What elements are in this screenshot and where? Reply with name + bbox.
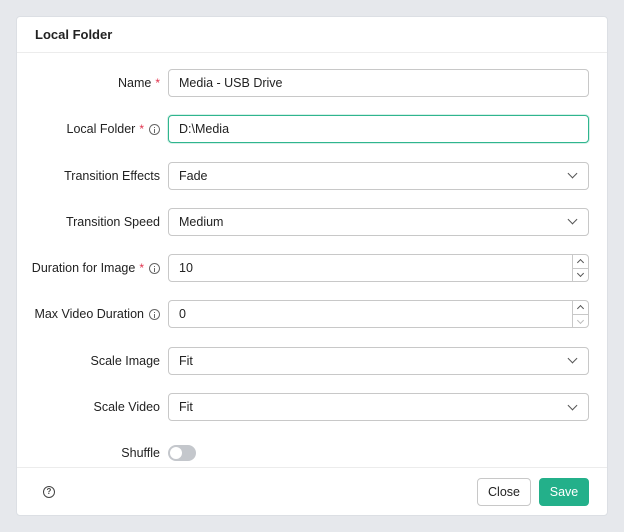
name-control: Media - USB Drive — [168, 69, 589, 97]
caret-down-icon — [576, 316, 585, 324]
scale-image-select[interactable]: Fit — [168, 346, 589, 375]
duration-for-image-value: 10 — [179, 261, 193, 276]
settings-form: Name * Media - USB Drive Local Folder * … — [17, 53, 607, 486]
scale-video-control: Fit — [168, 393, 589, 422]
caret-up-icon — [576, 305, 585, 313]
transition-speed-label: Transition Speed — [65, 214, 160, 229]
duration-for-image-label: Duration for Image — [31, 261, 136, 276]
toggle-knob — [170, 447, 182, 460]
transition-speed-row: Transition Speed Medium — [17, 207, 607, 254]
duration-for-image-control: 10 — [168, 254, 589, 283]
caret-up-icon — [576, 258, 585, 266]
name-label: Name — [117, 76, 152, 90]
required-mark: * — [139, 122, 144, 137]
dialog-footer: ? Close Save — [17, 467, 607, 515]
shuffle-toggle[interactable] — [168, 445, 196, 462]
duration-for-image-label-wrap: Duration for Image * — [17, 254, 160, 282]
shuffle-label: Shuffle — [121, 446, 160, 461]
scale-video-select[interactable]: Fit — [168, 393, 589, 422]
scale-image-label-wrap: Scale Image — [17, 347, 160, 375]
local-folder-input[interactable]: D:\Media — [168, 115, 589, 144]
scale-image-row: Scale Image Fit — [17, 346, 607, 393]
help-icon[interactable]: ? — [43, 485, 55, 498]
transition-speed-control: Medium — [168, 207, 589, 236]
required-mark: * — [155, 76, 160, 90]
dialog-header: Local Folder — [17, 17, 607, 53]
scale-image-value: Fit — [179, 353, 193, 368]
scale-image-control: Fit — [168, 346, 589, 375]
scale-video-row: Scale Video Fit — [17, 393, 607, 439]
number-stepper — [572, 301, 588, 328]
info-icon[interactable] — [149, 262, 160, 274]
duration-for-image-input[interactable]: 10 — [168, 254, 589, 283]
name-input-value: Media - USB Drive — [179, 76, 283, 90]
transition-effects-control: Fade — [168, 161, 589, 190]
transition-effects-label-wrap: Transition Effects — [17, 162, 160, 190]
increment-button[interactable] — [573, 301, 588, 315]
dialog-title: Local Folder — [35, 27, 113, 42]
chevron-down-icon — [567, 214, 578, 225]
max-video-duration-label-wrap: Max Video Duration — [17, 300, 160, 328]
local-folder-label: Local Folder — [66, 122, 136, 137]
max-video-duration-label: Max Video Duration — [34, 307, 144, 322]
chevron-down-icon — [567, 353, 578, 364]
shuffle-label-wrap: Shuffle — [17, 439, 160, 467]
chevron-down-icon — [567, 400, 578, 411]
chevron-down-icon — [567, 168, 578, 179]
local-folder-dialog: Local Folder Name * Media - USB Drive Lo… — [16, 16, 608, 516]
scale-video-value: Fit — [179, 400, 193, 415]
scale-video-label-wrap: Scale Video — [17, 393, 161, 421]
info-icon[interactable] — [149, 123, 160, 135]
transition-effects-select[interactable]: Fade — [168, 161, 589, 190]
footer-buttons: Close Save — [477, 477, 589, 506]
transition-effects-value: Fade — [179, 168, 208, 183]
max-video-duration-value: 0 — [179, 307, 186, 322]
decrement-button[interactable] — [573, 269, 588, 282]
name-input[interactable]: Media - USB Drive — [168, 69, 589, 97]
duration-for-image-row: Duration for Image * 10 — [17, 254, 607, 300]
decrement-button[interactable] — [573, 315, 588, 328]
number-stepper — [572, 255, 588, 282]
transition-speed-value: Medium — [179, 214, 224, 229]
name-label-wrap: Name * — [17, 69, 160, 97]
save-button[interactable]: Save — [539, 477, 589, 506]
local-folder-control: D:\Media — [168, 115, 589, 144]
scale-image-label: Scale Image — [90, 353, 160, 368]
increment-button[interactable] — [573, 255, 588, 269]
transition-effects-row: Transition Effects Fade — [17, 161, 607, 208]
close-button[interactable]: Close — [477, 477, 531, 506]
local-folder-label-wrap: Local Folder * — [17, 115, 160, 143]
required-mark: * — [139, 261, 144, 276]
max-video-duration-input[interactable]: 0 — [168, 300, 589, 329]
scale-video-label: Scale Video — [93, 400, 161, 415]
transition-effects-label: Transition Effects — [64, 168, 160, 183]
transition-speed-label-wrap: Transition Speed — [17, 208, 160, 236]
info-icon[interactable] — [149, 308, 160, 320]
transition-speed-select[interactable]: Medium — [168, 207, 589, 236]
max-video-duration-row: Max Video Duration 0 — [17, 300, 607, 346]
caret-down-icon — [576, 270, 585, 278]
name-row: Name * Media - USB Drive — [17, 69, 607, 115]
max-video-duration-control: 0 — [168, 300, 589, 329]
local-folder-input-value: D:\Media — [179, 122, 230, 137]
local-folder-row: Local Folder * D:\Media — [17, 115, 607, 161]
